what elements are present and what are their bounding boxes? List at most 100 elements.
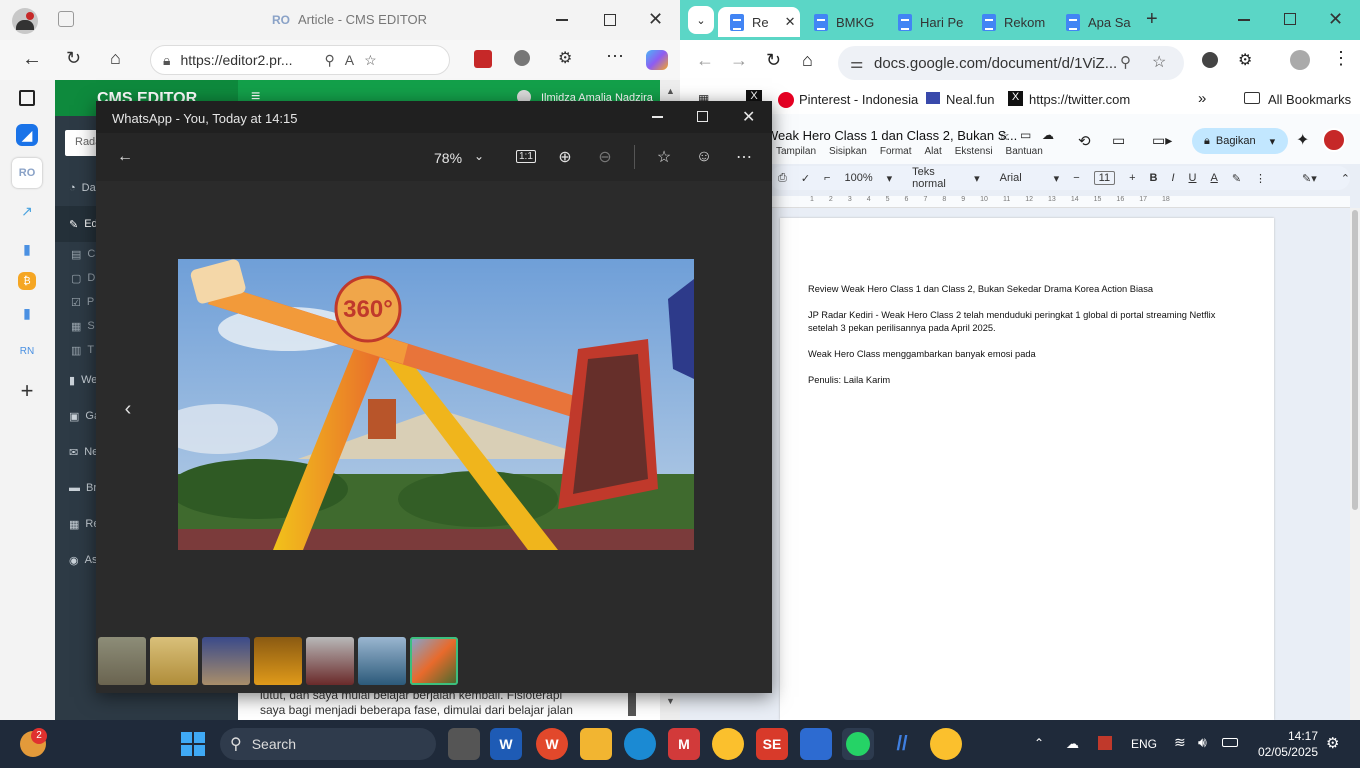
bookmark-pinterest[interactable]: Pinterest - Indonesia [799, 92, 918, 107]
doc-paragraph[interactable]: JP Radar Kediri - Weak Hero Class 2 tela… [808, 309, 1218, 335]
collapse-toolbar-icon[interactable]: ⌃ [1341, 172, 1350, 185]
cloud-icon[interactable]: ☁ [1066, 736, 1079, 752]
clock-time[interactable]: 14:17 [1284, 729, 1318, 743]
read-aloud-icon[interactable]: A [345, 52, 354, 68]
docs-menu-item[interactable]: Sisipkan [829, 146, 867, 157]
coin-app-icon[interactable]: ₿ [18, 272, 36, 290]
chrome-minimize-button[interactable] [1238, 19, 1250, 21]
extension-2-icon[interactable] [514, 50, 530, 66]
volume-icon[interactable]: 🔊︎ [1198, 734, 1207, 751]
chrome-menu-icon[interactable]: ⋮ [1332, 48, 1350, 69]
all-bookmarks[interactable]: All Bookmarks [1268, 92, 1351, 107]
start-icon[interactable] [181, 732, 205, 756]
zoom-out-icon[interactable]: ⊖ [590, 142, 620, 172]
viewer-minimize-button[interactable] [652, 116, 663, 118]
zoom-search-icon[interactable]: ⚲ [325, 52, 335, 69]
zoom-select[interactable]: 100% [844, 172, 872, 184]
text-color-icon[interactable]: A [1210, 172, 1217, 184]
wifi-icon[interactable]: ≋ [1174, 734, 1186, 751]
previous-photo-icon[interactable]: ‹ [113, 394, 143, 424]
tab-actions-icon[interactable] [58, 11, 74, 27]
actual-size-icon[interactable]: 1:1 [516, 150, 536, 163]
tray-expand-icon[interactable]: ⌃ [1034, 736, 1044, 750]
chrome-tab[interactable]: Re ✕ [718, 7, 800, 37]
underline-icon[interactable]: U [1189, 172, 1197, 184]
spellcheck-icon[interactable]: ✓ [801, 172, 810, 185]
docs-menu-item[interactable]: Bantuan [1006, 146, 1043, 157]
viewer-maximize-button[interactable] [697, 111, 708, 122]
thumbnail-selected[interactable] [410, 637, 458, 685]
chrome-back-icon[interactable]: ← [696, 50, 714, 71]
editing-mode-icon[interactable]: ✎▾ [1302, 172, 1317, 185]
doc-paragraph[interactable]: Penulis: Laila Karim [808, 374, 1228, 387]
thumbnail[interactable] [358, 637, 406, 685]
home-icon[interactable]: ⌂ [110, 48, 121, 69]
app-icon[interactable]: ◢ [16, 124, 38, 146]
chrome-extension-icon[interactable] [1202, 52, 1218, 68]
notification-center-icon[interactable]: ⚙ [1326, 734, 1339, 752]
emoji-icon[interactable]: ☺ [689, 142, 719, 172]
close-button[interactable]: ✕ [648, 9, 663, 30]
ruler[interactable]: 1 2 3 4 5 6 7 8 9 10 11 12 13 14 15 16 17 18 [770, 196, 1350, 208]
share-button[interactable]: 🔒︎ Bagikan ▾ [1192, 128, 1288, 154]
highlight-icon[interactable]: ✎ [1232, 172, 1241, 185]
chrome-profile-taskbar-icon[interactable] [930, 728, 962, 760]
viewer-back-icon[interactable]: ← [110, 142, 140, 172]
main-photo[interactable]: 360° [178, 259, 694, 550]
history-icon[interactable]: ⟲ [1078, 132, 1091, 150]
thumbnail[interactable] [306, 637, 354, 685]
new-tab-button[interactable]: + [1146, 8, 1158, 31]
font-size-increase-icon[interactable]: + [1129, 172, 1135, 184]
pen-app-icon[interactable]: // [886, 728, 918, 760]
zoom-in-icon[interactable]: ⊕ [550, 142, 580, 172]
more-bookmarks-icon[interactable]: » [1198, 90, 1206, 107]
edge-address-bar[interactable]: 🔒︎ https://editor2.pr... ⚲ A ☆ [150, 45, 450, 75]
file-explorer-icon[interactable] [580, 728, 612, 760]
bookmark-app-icon[interactable]: ▮ [12, 234, 42, 264]
more-tools-icon[interactable]: ⋮ [1255, 172, 1266, 185]
doc-paragraph[interactable]: Review Weak Hero Class 1 dan Class 2, Bu… [808, 283, 1228, 296]
docs-menu-item[interactable]: Format [880, 146, 912, 157]
tab-close-icon[interactable]: ✕ [785, 14, 796, 30]
chrome-tab[interactable]: Hari Pe [886, 7, 968, 37]
thumbnail[interactable] [98, 637, 146, 685]
bookmark-app-2-icon[interactable]: ▮ [12, 298, 42, 328]
thumbnail[interactable] [202, 637, 250, 685]
language-indicator[interactable]: ENG [1131, 737, 1157, 751]
gemini-icon[interactable]: ✦ [1296, 130, 1309, 150]
analytics-app-icon[interactable]: ↗ [12, 196, 42, 226]
chrome-tab[interactable]: BMKG [802, 7, 884, 37]
extension-icon[interactable] [474, 50, 492, 68]
bookmark-star-icon[interactable]: ☆ [1152, 52, 1166, 72]
favorite-icon[interactable]: ☆ [364, 52, 377, 69]
bookmark-twitter[interactable]: https://twitter.com [1029, 92, 1130, 107]
chrome-maximize-button[interactable] [1284, 13, 1296, 25]
back-icon[interactable]: ← [22, 48, 42, 71]
chrome-tab[interactable]: Rekom [970, 7, 1052, 37]
chrome-zoom-icon[interactable]: ⚲ [1120, 53, 1131, 71]
docs-menu-item[interactable]: Alat [925, 146, 942, 157]
clock-date[interactable]: 02/05/2025 [1256, 745, 1318, 759]
chrome-profile-avatar[interactable] [1290, 50, 1310, 70]
zoom-dropdown-icon[interactable]: ▾ [887, 172, 893, 185]
doc-title[interactable]: Weak Hero Class 1 dan Class 2, Bukan S..… [766, 128, 1017, 143]
star-doc-icon[interactable]: ☆ [998, 128, 1010, 144]
add-app-icon[interactable]: + [12, 376, 42, 406]
meet-icon[interactable]: ▭▸ [1152, 132, 1172, 149]
more-icon[interactable]: ⋯ [606, 46, 624, 67]
bold-icon[interactable]: B [1150, 172, 1158, 184]
chrome-address-bar[interactable]: ⚌ docs.google.com/document/d/1ViZ... ⚲ ☆ [838, 46, 1184, 80]
wps-icon[interactable]: W [536, 728, 568, 760]
docs-scrollbar[interactable] [1350, 208, 1360, 720]
tab-view-icon[interactable] [19, 90, 35, 106]
tab-search-icon[interactable]: ⌄ [688, 6, 714, 34]
chrome-forward-icon[interactable]: → [730, 50, 748, 71]
thumbnail[interactable] [150, 637, 198, 685]
chrome-home-icon[interactable]: ⌂ [802, 50, 813, 71]
zoom-dropdown-icon[interactable]: ⌄ [474, 149, 484, 163]
copilot-icon[interactable] [646, 50, 668, 70]
battery-icon[interactable] [1222, 738, 1238, 747]
edge-tab-title[interactable]: Article - CMS EDITOR [298, 12, 427, 27]
paint-format-icon[interactable]: ⌐ [824, 172, 830, 184]
more-options-icon[interactable]: ⋯ [729, 142, 759, 172]
